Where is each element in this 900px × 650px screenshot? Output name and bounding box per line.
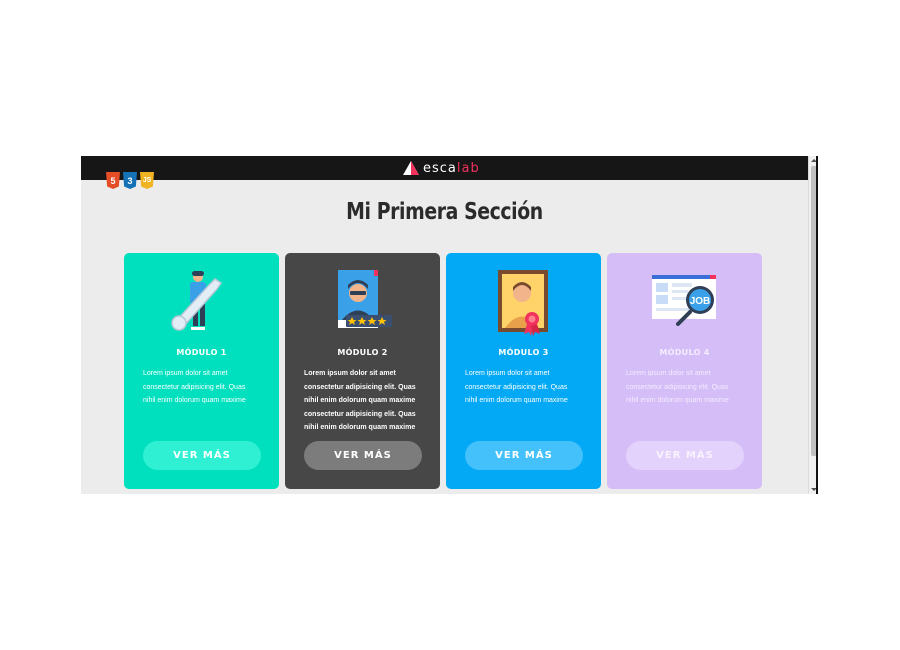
brand-name: escalab	[423, 161, 480, 176]
js-icon: JS	[140, 172, 154, 189]
job-search-icon: JOB	[652, 275, 716, 326]
window-edge	[816, 156, 818, 494]
card-text-line: consectetur adipisicing elit. Quas	[143, 383, 246, 391]
module-cards: MÓDULO 1 Lorem ipsum dolor sit amet cons…	[124, 253, 762, 489]
card-title: MÓDULO 3	[498, 348, 549, 357]
card-text-line: consectetur adipisicing elit. Quas	[304, 383, 416, 391]
card-text-line: consectetur adipisicing elit. Quas	[465, 383, 568, 391]
card-text: Lorem ipsum dolor sit amet consectetur a…	[465, 367, 587, 408]
tech-badges: 5 3 JS	[106, 172, 154, 189]
card-text-line: consectetur adipisicing elit. Quas	[626, 383, 729, 391]
module-card-3: MÓDULO 3 Lorem ipsum dolor sit amet cons…	[446, 253, 601, 489]
profile-rating-icon	[338, 270, 392, 328]
portrait-award-icon	[498, 270, 548, 336]
css3-icon: 3	[123, 172, 137, 189]
card-text-line: nihil enim dolorum quam maxime	[304, 424, 416, 431]
brand-suffix: lab	[456, 160, 480, 176]
top-navbar: escalab	[81, 156, 808, 180]
card-title: MÓDULO 2	[337, 348, 388, 357]
card-text-line: Lorem ipsum dolor sit amet	[465, 370, 550, 377]
card-text-line: Lorem ipsum dolor sit amet	[626, 370, 711, 377]
card-text-line: nihil enim dolorum quam maxime	[143, 397, 246, 404]
card-text: Lorem ipsum dolor sit amet consectetur a…	[626, 367, 748, 408]
section-title: Mi Primera Sección	[346, 199, 543, 225]
card-text-line: Lorem ipsum dolor sit amet	[143, 370, 228, 377]
ver-mas-button[interactable]: VER MÁS	[143, 441, 261, 470]
module-card-1: MÓDULO 1 Lorem ipsum dolor sit amet cons…	[124, 253, 279, 489]
browser-viewport: escalab 5 3 JS Mi Primera Sección MÓDULO…	[81, 156, 818, 494]
escalab-logo-icon	[403, 161, 419, 175]
card-title: MÓDULO 1	[176, 348, 227, 357]
card-text-line: nihil enim dolorum quam maxime	[626, 397, 729, 404]
key-person-icon	[171, 271, 223, 331]
card-text-line: Lorem ipsum dolor sit amet	[304, 370, 396, 377]
html5-icon: 5	[106, 172, 120, 189]
card-text: Lorem ipsum dolor sit amet consectetur a…	[304, 367, 426, 435]
card-text-line: nihil enim dolorum quam maxime	[304, 397, 416, 404]
escalab-brand[interactable]: escalab	[403, 160, 480, 176]
card-text-line: nihil enim dolorum quam maxime	[465, 397, 568, 404]
module-card-2: MÓDULO 2 Lorem ipsum dolor sit amet cons…	[285, 253, 440, 489]
card-text-line: consectetur adipisicing elit. Quas	[304, 410, 416, 418]
card-text: Lorem ipsum dolor sit amet consectetur a…	[143, 367, 265, 408]
module-card-4: JOB MÓDULO 4 Lorem ipsum dolor sit amet …	[607, 253, 762, 489]
ver-mas-button[interactable]: VER MÁS	[465, 441, 583, 470]
brand-prefix: esca	[423, 160, 457, 176]
card-title: MÓDULO 4	[659, 348, 710, 357]
ver-mas-button[interactable]: VER MÁS	[626, 441, 744, 470]
ver-mas-button[interactable]: VER MÁS	[304, 441, 422, 470]
job-label: JOB	[690, 296, 711, 307]
